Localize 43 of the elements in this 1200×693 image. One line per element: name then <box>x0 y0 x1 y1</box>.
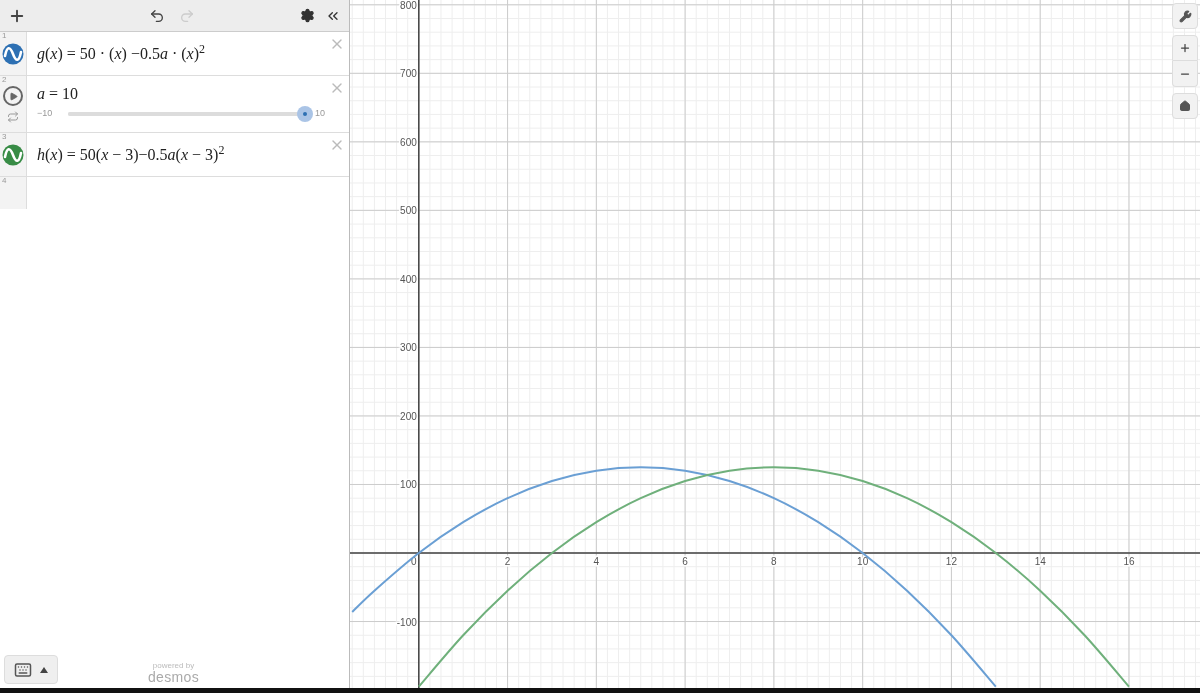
powered-by-text: powered by <box>152 662 195 670</box>
home-button[interactable] <box>1172 93 1198 119</box>
caret-icon <box>40 666 48 673</box>
tick-label: 400 <box>400 273 417 285</box>
expression-formula[interactable]: a = 10 <box>37 85 79 102</box>
tick-label: 6 <box>682 556 688 567</box>
settings-icon[interactable] <box>300 8 315 23</box>
tick-label: 2 <box>504 556 511 567</box>
function-wave-icon[interactable] <box>2 144 24 166</box>
slider-thumb[interactable] <box>297 106 313 122</box>
tick-label: 700 <box>400 68 417 80</box>
tick-label: 800 <box>400 0 417 11</box>
tick-label: -100 <box>396 616 417 628</box>
plus-icon <box>1179 42 1191 54</box>
tick-label: 4 <box>593 556 600 567</box>
zoom-out-button[interactable] <box>1172 61 1198 87</box>
expression-formula[interactable]: h(x) = 50(x − 3)−0.5a(x − 3)$^{2}$ <box>37 142 225 167</box>
play-button[interactable] <box>3 86 23 106</box>
zoom-in-button[interactable] <box>1172 35 1198 61</box>
tick-label: 8 <box>771 556 777 567</box>
function-wave-icon[interactable] <box>2 43 24 65</box>
play-icon <box>9 91 18 101</box>
home-icon <box>1179 100 1191 112</box>
line-number: 2 <box>2 76 7 84</box>
tick-label: 12 <box>945 556 957 567</box>
line-number: 1 <box>2 32 7 40</box>
tick-label: 14 <box>1034 556 1046 567</box>
keyboard-button[interactable] <box>4 655 58 684</box>
tick-label: 300 <box>400 342 417 354</box>
graph-settings-button[interactable] <box>1172 3 1198 29</box>
tick-label: 100 <box>400 479 417 491</box>
tick-label: 16 <box>1123 556 1135 567</box>
line-number: 4 <box>2 177 7 185</box>
line-number: 3 <box>2 133 7 141</box>
tick-label: 500 <box>400 205 417 217</box>
undo-icon[interactable] <box>149 7 165 24</box>
expression-formula[interactable]: g(x) = 50 · (x) −0.5a · (x)$^{2}$ <box>37 41 205 66</box>
keyboard-icon <box>14 660 32 679</box>
tick-label: 10 <box>857 556 869 567</box>
loop-icon[interactable] <box>7 111 19 123</box>
tick-label: 600 <box>400 136 417 148</box>
tick-label: 200 <box>400 410 417 422</box>
wrench-icon <box>1178 9 1192 23</box>
